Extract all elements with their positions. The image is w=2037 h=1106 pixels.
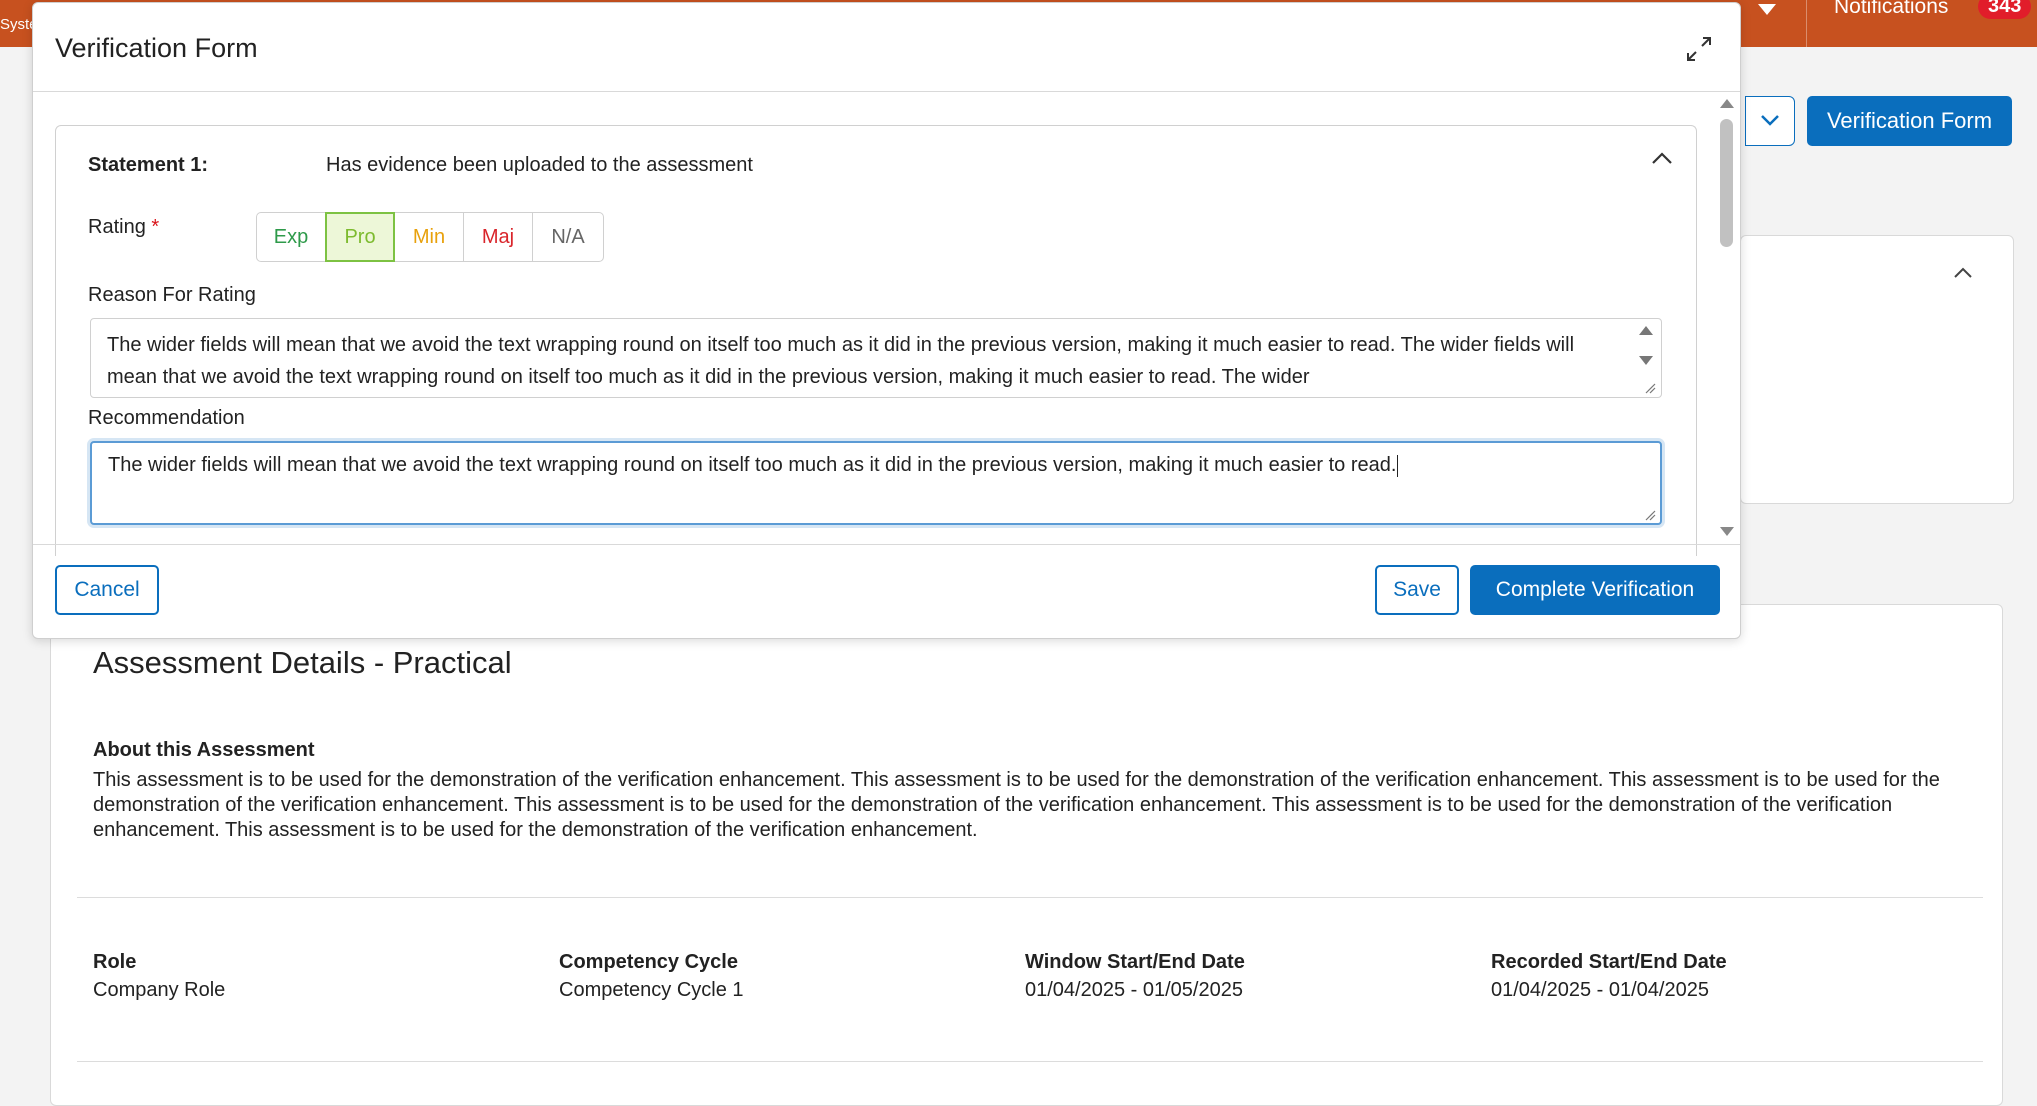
textarea-scroll-up-icon[interactable] bbox=[1639, 326, 1653, 335]
scroll-up-arrow-icon[interactable] bbox=[1720, 99, 1734, 108]
rating-label: Rating * bbox=[88, 216, 159, 239]
reason-label: Reason For Rating bbox=[88, 284, 256, 306]
detail-label: Recorded Start/End Date bbox=[1491, 951, 1727, 973]
detail-label: Window Start/End Date bbox=[1025, 951, 1245, 973]
notifications-count-badge: 343 bbox=[1978, 0, 2032, 19]
save-button[interactable]: Save bbox=[1375, 565, 1459, 615]
divider bbox=[77, 1061, 1983, 1062]
notifications-link[interactable]: Notifications bbox=[1834, 0, 1948, 19]
scroll-down-arrow-icon[interactable] bbox=[1720, 527, 1734, 536]
required-marker: * bbox=[151, 216, 160, 238]
rating-label-text: Rating bbox=[88, 216, 146, 238]
statement-card: Statement 1: Has evidence been uploaded … bbox=[55, 125, 1697, 556]
assessment-details-card: Assessment Details - Practical About thi… bbox=[50, 604, 2003, 1106]
expand-icon[interactable] bbox=[1683, 33, 1715, 65]
recommendation-textarea[interactable]: The wider fields will mean that we avoid… bbox=[90, 441, 1662, 525]
rating-pro-button[interactable]: Pro bbox=[325, 212, 395, 262]
verification-form-modal: Verification Form Statement 1: Has evide… bbox=[32, 2, 1741, 639]
rating-maj-button[interactable]: Maj bbox=[463, 212, 533, 262]
statement-label: Statement 1: bbox=[88, 154, 209, 176]
recommendation-text: The wider fields will mean that we avoid… bbox=[108, 454, 1397, 476]
statement-text: Has evidence been uploaded to the assess… bbox=[326, 154, 753, 176]
chevron-up-icon[interactable] bbox=[1651, 150, 1673, 166]
user-menu-caret-icon[interactable] bbox=[1758, 4, 1776, 15]
resize-grip-icon[interactable] bbox=[1644, 382, 1656, 394]
about-text: This assessment is to be used for the de… bbox=[93, 769, 1940, 841]
detail-value: Company Role bbox=[93, 979, 226, 1001]
brand-logo[interactable]: Syste bbox=[0, 0, 38, 47]
modal-scrollbar[interactable] bbox=[1718, 99, 1734, 539]
textarea-scroll-down-icon[interactable] bbox=[1639, 356, 1653, 365]
reason-textarea[interactable]: The wider fields will mean that we avoid… bbox=[90, 318, 1662, 398]
detail-value: 01/04/2025 - 01/04/2025 bbox=[1491, 979, 1709, 1001]
divider bbox=[77, 897, 1983, 898]
detail-recorded-dates: Recorded Start/End Date 01/04/2025 - 01/… bbox=[1491, 951, 1727, 1002]
footer-divider bbox=[33, 544, 1740, 545]
chevron-up-icon[interactable] bbox=[1953, 266, 1973, 280]
detail-value: 01/04/2025 - 01/05/2025 bbox=[1025, 979, 1243, 1001]
assessment-title: Assessment Details - Practical bbox=[93, 645, 512, 680]
background-panel bbox=[1740, 235, 2014, 504]
background-dropdown-toggle[interactable] bbox=[1745, 96, 1795, 146]
detail-role: Role Company Role bbox=[93, 951, 225, 1002]
cancel-button[interactable]: Cancel bbox=[55, 565, 159, 615]
detail-label: Competency Cycle bbox=[559, 951, 738, 973]
modal-title: Verification Form bbox=[55, 33, 258, 63]
rating-na-button[interactable]: N/A bbox=[532, 212, 604, 262]
detail-label: Role bbox=[93, 951, 137, 973]
complete-verification-button[interactable]: Complete Verification bbox=[1470, 565, 1720, 615]
resize-grip-icon[interactable] bbox=[1644, 509, 1656, 521]
text-cursor bbox=[1397, 454, 1399, 477]
detail-window-dates: Window Start/End Date 01/04/2025 - 01/05… bbox=[1025, 951, 1245, 1002]
rating-min-button[interactable]: Min bbox=[394, 212, 464, 262]
detail-value: Competency Cycle 1 bbox=[559, 979, 744, 1001]
chevron-down-icon bbox=[1761, 115, 1779, 126]
recommendation-label: Recommendation bbox=[88, 407, 245, 429]
topbar-divider bbox=[1806, 0, 1807, 47]
verification-form-button[interactable]: Verification Form bbox=[1807, 96, 2012, 146]
detail-competency-cycle: Competency Cycle Competency Cycle 1 bbox=[559, 951, 744, 1002]
scrollbar-thumb[interactable] bbox=[1720, 119, 1733, 247]
rating-button-group: Exp Pro Min Maj N/A bbox=[256, 212, 604, 262]
header-divider bbox=[33, 91, 1740, 92]
about-heading: About this Assessment bbox=[93, 739, 315, 761]
rating-exp-button[interactable]: Exp bbox=[256, 212, 326, 262]
